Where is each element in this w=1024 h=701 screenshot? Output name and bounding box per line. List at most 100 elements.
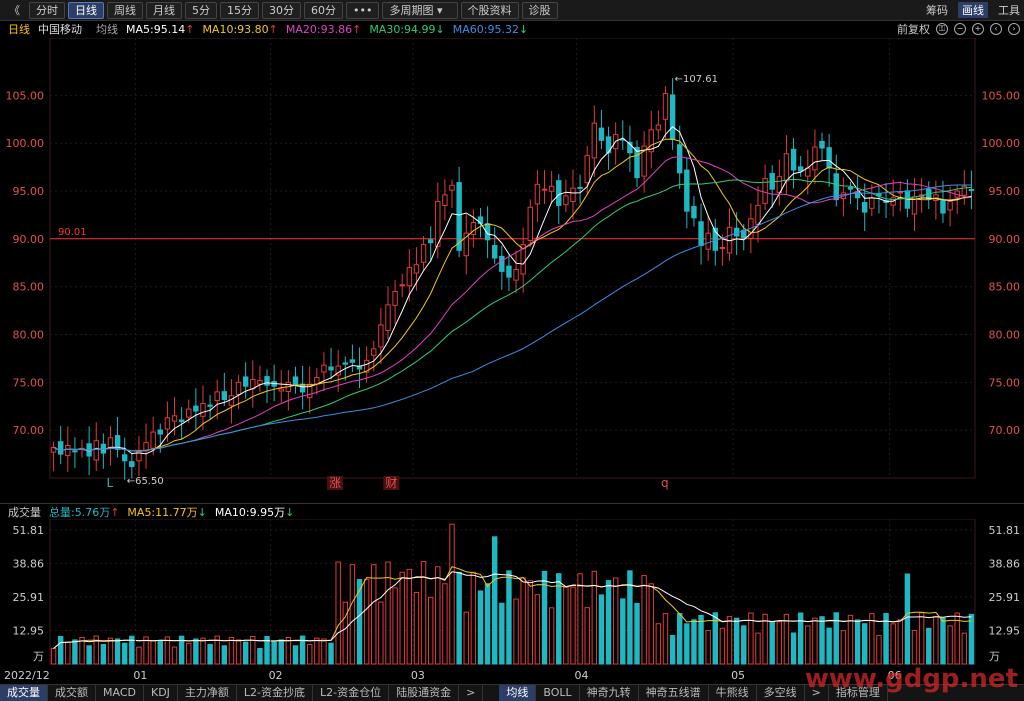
volume-bar	[65, 641, 71, 665]
candle-body	[819, 140, 825, 149]
y-tick-right: 85.00	[989, 281, 1021, 294]
indicator-tab-9[interactable]: 均线	[499, 685, 537, 701]
candle-body	[698, 221, 704, 247]
right-icon[interactable]: ›	[1008, 23, 1020, 35]
volume-bar	[862, 623, 868, 665]
volume-bar	[520, 577, 526, 665]
y-tick-left: 100.00	[6, 137, 45, 150]
toolbar-item-2[interactable]: 周线	[107, 1, 143, 19]
toolbar-item-8[interactable]: •••	[346, 1, 380, 19]
candle-body	[378, 324, 384, 348]
indicator-tab-1[interactable]: 成交额	[48, 685, 96, 701]
indicator-tab-12[interactable]: 神奇五线谱	[639, 685, 709, 701]
toolbar-item-4[interactable]: 5分	[185, 1, 217, 19]
zoom-in-icon[interactable]: +	[972, 23, 984, 35]
volume-bar	[918, 612, 925, 665]
candle-body	[100, 443, 107, 454]
candle-body	[506, 265, 512, 278]
volume-bar	[741, 625, 747, 665]
volume-bar	[940, 617, 946, 665]
volume-chart[interactable]: 51.81 51.81 38.86 38.86 25.91 25.91 12.95 12.95…	[0, 519, 1024, 684]
y-tick-left: 85.00	[13, 281, 45, 294]
volume-bar	[157, 640, 163, 665]
x-month-label: 03	[411, 669, 425, 682]
candle-body	[93, 440, 99, 461]
candle-body	[826, 147, 832, 169]
toolbar-item-1[interactable]: 日线	[68, 1, 104, 19]
y-tick-right: 105.00	[982, 89, 1021, 102]
draw-line-button[interactable]: 画线	[958, 2, 988, 18]
volume-bar	[349, 564, 356, 665]
candle-body	[178, 419, 185, 423]
volume-bar	[527, 580, 533, 665]
vol-tick-left: 12.95	[13, 624, 45, 637]
y-tick-right: 90.00	[989, 233, 1021, 246]
candle-body	[492, 244, 498, 259]
volume-bar	[911, 630, 918, 665]
indicator-tab-14[interactable]: 多空线	[757, 685, 805, 701]
event-marker[interactable]: 财	[385, 476, 397, 490]
volume-bar	[726, 616, 733, 665]
event-marker[interactable]: L	[107, 476, 114, 490]
volume-bar	[933, 616, 939, 665]
event-marker[interactable]: 涨	[329, 475, 341, 490]
toolbar-item-0[interactable]: 分时	[29, 1, 65, 19]
vol-tick-right: 51.81	[989, 524, 1021, 537]
volume-bar	[698, 614, 704, 665]
volume-bar	[719, 627, 726, 665]
event-marker[interactable]: q	[661, 476, 669, 490]
volume-bar	[378, 601, 384, 665]
indicator-tab-13[interactable]: 牛熊线	[709, 685, 757, 701]
candle-body	[371, 348, 377, 356]
chips-button[interactable]: 筹码	[926, 2, 948, 18]
volume-bar	[648, 583, 654, 665]
candlestick-chart[interactable]: 105.00 105.00 100.00 100.00 95.00 95.00 90.00 9…	[0, 38, 1024, 500]
x-month-label: 01	[133, 669, 147, 682]
toolbar-item-3[interactable]: 月线	[146, 1, 182, 19]
toolbar-item-6[interactable]: 30分	[262, 1, 301, 19]
zoom-out-icon[interactable]: −	[954, 23, 966, 35]
candle-body	[968, 189, 975, 192]
tools-button[interactable]: 工具	[998, 2, 1020, 18]
back-button[interactable]: 《	[3, 3, 26, 18]
adjust-mode[interactable]: 前复权	[897, 21, 930, 37]
volume-bar	[221, 645, 228, 665]
vol-unit-left: 万	[33, 650, 44, 663]
vol-tick-right: 38.86	[989, 557, 1021, 570]
indicator-tab-11[interactable]: 神奇九转	[580, 685, 639, 701]
volume-bar	[242, 641, 249, 665]
indicator-tab-8[interactable]: >	[459, 685, 484, 701]
volume-bar	[57, 635, 64, 665]
toolbar-item-9[interactable]: 多周期图 ▾	[382, 1, 458, 19]
lock-icon[interactable]: ⚿	[936, 23, 948, 35]
volume-bar	[662, 613, 669, 665]
candle-body	[321, 364, 327, 373]
vol-tick-right: 12.95	[989, 624, 1021, 637]
candle-body	[207, 404, 213, 407]
toolbar-item-5[interactable]: 15分	[220, 1, 259, 19]
indicator-tab-4[interactable]: 主力净额	[178, 685, 237, 701]
indicator-tab-3[interactable]: KDJ	[144, 685, 178, 701]
volume-bar	[427, 596, 434, 665]
toolbar-item-11[interactable]: 诊股	[521, 1, 558, 19]
candle-body	[513, 268, 519, 281]
indicator-tab-2[interactable]: MACD	[96, 685, 144, 701]
candle-body	[164, 417, 171, 430]
candle-body	[278, 388, 284, 392]
x-month-label: 02	[269, 669, 283, 682]
volume-bar	[136, 646, 142, 665]
left-icon[interactable]: ‹	[990, 23, 1002, 35]
indicator-tab-7[interactable]: 陆股通资金	[389, 685, 460, 701]
candle-body	[541, 188, 548, 191]
indicator-tab-0[interactable]: 成交量	[0, 685, 48, 701]
candle-body	[442, 194, 448, 206]
indicator-tab-5[interactable]: L2-资金抄底	[237, 685, 314, 701]
ma-mode-label[interactable]: 均线	[96, 21, 118, 37]
toolbar-item-10[interactable]: 个股资料	[460, 1, 519, 19]
indicator-tab-10[interactable]: BOLL	[536, 685, 580, 701]
candle-body	[677, 144, 683, 174]
toolbar-item-7[interactable]: 60分	[304, 1, 343, 19]
candle-body	[591, 122, 598, 159]
indicator-tab-6[interactable]: L2-资金仓位	[313, 685, 390, 701]
volume-bar	[634, 602, 640, 665]
